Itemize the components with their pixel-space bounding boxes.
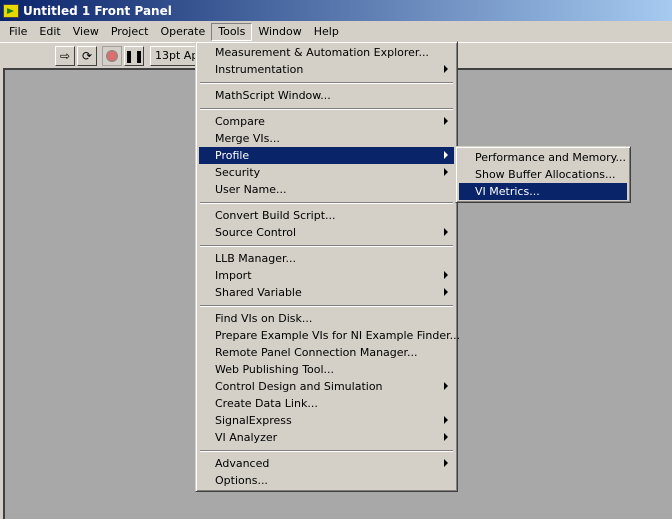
menu-file[interactable]: File [3,23,33,41]
menu-item-label: LLB Manager... [215,252,296,265]
menu-item-convert-build-script[interactable]: Convert Build Script... [199,207,454,224]
menu-item-find-vis-on-disk[interactable]: Find VIs on Disk... [199,310,454,327]
menu-item-security[interactable]: Security [199,164,454,181]
menu-item-label: Web Publishing Tool... [215,363,335,376]
menu-item-label: Instrumentation [215,63,304,76]
submenu-arrow-icon [444,117,448,125]
menu-separator [199,198,454,207]
menu-item-label: Source Control [215,226,297,239]
menu-item-shared-variable[interactable]: Shared Variable [199,284,454,301]
menu-item-instrumentation[interactable]: Instrumentation [199,61,454,78]
menu-item-vi-metrics[interactable]: VI Metrics... [459,183,627,200]
menu-separator [199,104,454,113]
menu-item-remote-panel-connection-manager[interactable]: Remote Panel Connection Manager... [199,344,454,361]
tools-menu: Measurement & Automation Explorer... Inst… [195,41,460,492]
submenu-arrow-icon [444,228,448,236]
run-arrow-icon[interactable]: ⇨ [55,46,75,66]
run-continuously-icon[interactable]: ⟳ [77,46,97,66]
menu-item-label: Find VIs on Disk... [215,312,313,325]
menu-project[interactable]: Project [105,23,155,41]
menu-view[interactable]: View [67,23,105,41]
menu-item-label: Measurement & Automation Explorer... [215,46,429,59]
menu-item-label: Options... [215,474,268,487]
menu-edit[interactable]: Edit [33,23,66,41]
labview-app-icon [3,3,19,18]
menu-separator [199,78,454,87]
menu-item-label: User Name... [215,183,287,196]
menu-item-label: Advanced [215,457,270,470]
menu-item-label: Remote Panel Connection Manager... [215,346,418,359]
menu-item-label: Profile [215,149,250,162]
menu-item-label: Import [215,269,252,282]
menu-item-options[interactable]: Options... [199,472,454,489]
submenu-arrow-icon [444,433,448,441]
menu-window[interactable]: Window [252,23,307,41]
menu-separator [199,446,454,455]
submenu-arrow-icon [444,65,448,73]
menu-item-label: Merge VIs... [215,132,280,145]
menu-item-label: VI Analyzer [215,431,278,444]
menu-item-mathscript-window[interactable]: MathScript Window... [199,87,454,104]
menu-item-user-name[interactable]: User Name... [199,181,454,198]
menu-item-show-buffer-allocations[interactable]: Show Buffer Allocations... [459,166,627,183]
menu-item-vi-analyzer[interactable]: VI Analyzer [199,429,454,446]
title-bar: Untitled 1 Front Panel [0,0,672,21]
menu-item-performance-and-memory[interactable]: Performance and Memory... [459,149,627,166]
menu-item-create-data-link[interactable]: Create Data Link... [199,395,454,412]
menu-operate[interactable]: Operate [154,23,211,41]
menu-item-label: SignalExpress [215,414,292,427]
submenu-arrow-icon [444,382,448,390]
menu-item-merge-vis[interactable]: Merge VIs... [199,130,454,147]
submenu-arrow-icon [444,416,448,424]
menu-help[interactable]: Help [308,23,345,41]
menu-item-label: Compare [215,115,265,128]
window-title: Untitled 1 Front Panel [23,3,172,18]
menu-item-advanced[interactable]: Advanced [199,455,454,472]
menu-item-measurement-automation-explorer[interactable]: Measurement & Automation Explorer... [199,44,454,61]
menu-item-import[interactable]: Import [199,267,454,284]
menu-item-prepare-example-vis-for-ni-example-finder[interactable]: Prepare Example VIs for NI Example Finde… [199,327,460,344]
menu-item-label: MathScript Window... [215,89,331,102]
pause-icon[interactable]: ❚❚ [124,46,144,66]
menu-bar: File Edit View Project Operate Tools Window Hel… [0,22,672,41]
menu-item-label: VI Metrics... [475,185,540,198]
menu-item-llb-manager[interactable]: LLB Manager... [199,250,454,267]
submenu-arrow-icon [444,168,448,176]
menu-item-control-design-and-simulation[interactable]: Control Design and Simulation [199,378,454,395]
menu-item-label: Performance and Memory... [475,151,627,164]
menu-item-label: Control Design and Simulation [215,380,383,393]
menu-item-label: Prepare Example VIs for NI Example Finde… [215,329,461,342]
menu-item-web-publishing-tool[interactable]: Web Publishing Tool... [199,361,454,378]
submenu-arrow-icon [444,151,448,159]
menu-separator [199,241,454,250]
submenu-arrow-icon [444,288,448,296]
submenu-arrow-icon [444,459,448,467]
menu-item-source-control[interactable]: Source Control [199,224,454,241]
abort-execution-icon[interactable] [102,46,122,66]
menu-item-label: Create Data Link... [215,397,318,410]
menu-item-compare[interactable]: Compare [199,113,454,130]
menu-item-label: Convert Build Script... [215,209,336,222]
menu-item-label: Show Buffer Allocations... [475,168,616,181]
menu-tools[interactable]: Tools [211,22,253,41]
menu-item-profile[interactable]: Profile [199,147,454,164]
menu-item-signalexpress[interactable]: SignalExpress [199,412,454,429]
submenu-arrow-icon [444,271,448,279]
menu-separator [199,301,454,310]
menu-item-label: Shared Variable [215,286,302,299]
profile-submenu: Performance and Memory... Show Buffer All… [455,146,631,203]
menu-item-label: Security [215,166,261,179]
